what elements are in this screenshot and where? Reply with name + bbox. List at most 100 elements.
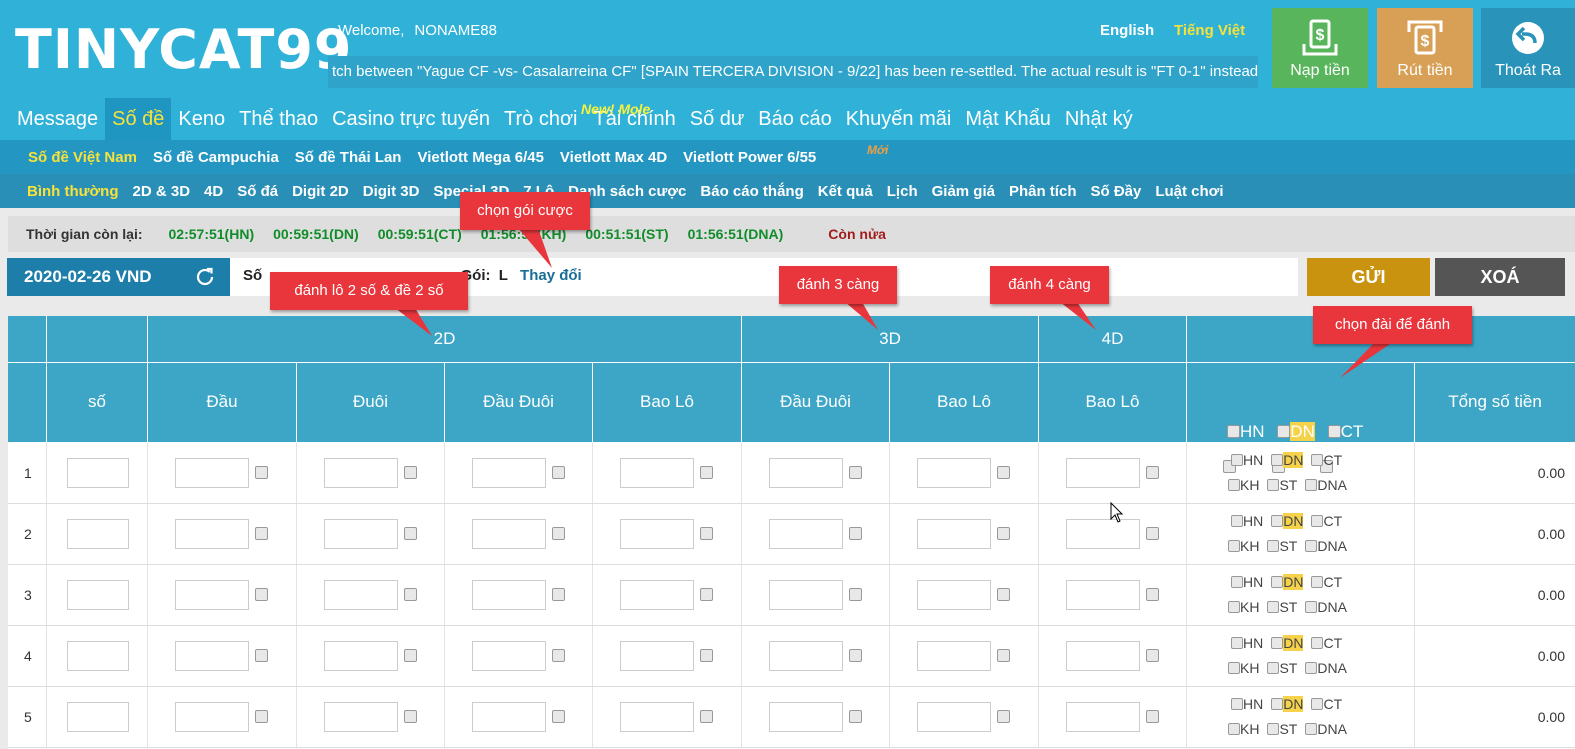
amount-input-2d-duoi[interactable]	[324, 580, 398, 610]
checkbox-4d-bao-lo[interactable]	[1146, 588, 1159, 601]
checkbox-3d-bao-lo[interactable]	[997, 466, 1010, 479]
checkbox-2d-bao-lo[interactable]	[700, 710, 713, 723]
betnav-phan-tich[interactable]: Phân tích	[1002, 183, 1084, 200]
checkbox-st[interactable]	[1267, 540, 1280, 552]
checkbox-ct[interactable]	[1311, 454, 1324, 466]
amount-input-3d-dau-duoi[interactable]	[769, 580, 843, 610]
subnav-vietlott-power[interactable]: Vietlott Power 6/55	[675, 149, 824, 166]
betnav-digit-2d[interactable]: Digit 2D	[285, 183, 356, 200]
amount-input-4d-bao-lo[interactable]	[1066, 641, 1140, 671]
amount-input-2d-bao-lo[interactable]	[620, 580, 694, 610]
amount-input-2d-dau[interactable]	[175, 458, 249, 488]
amount-input-2d-dau[interactable]	[175, 580, 249, 610]
checkbox-st[interactable]	[1267, 479, 1280, 491]
betnav-2d-3d[interactable]: 2D & 3D	[126, 183, 198, 200]
checkbox-3d-dau-duoi[interactable]	[849, 649, 862, 662]
checkbox-dn[interactable]	[1271, 454, 1284, 466]
checkbox-hn[interactable]	[1231, 454, 1243, 466]
checkbox-dna[interactable]	[1305, 540, 1318, 552]
amount-input-2d-dau-duoi[interactable]	[472, 641, 546, 671]
checkbox-3d-bao-lo[interactable]	[997, 710, 1010, 723]
checkbox-2d-duoi[interactable]	[404, 710, 417, 723]
amount-input-2d-duoi[interactable]	[324, 641, 398, 671]
betnav-ket-qua[interactable]: Kết quả	[811, 183, 880, 200]
checkbox-2d-dau[interactable]	[255, 466, 268, 479]
checkbox-hn[interactable]	[1231, 698, 1243, 710]
header-checkbox-dn[interactable]	[1277, 425, 1291, 438]
amount-input-4d-bao-lo[interactable]	[1066, 519, 1140, 549]
checkbox-ct[interactable]	[1311, 576, 1324, 588]
amount-input-3d-dau-duoi[interactable]	[769, 458, 843, 488]
amount-input-2d-duoi[interactable]	[324, 702, 398, 732]
amount-input-3d-dau-duoi[interactable]	[769, 519, 843, 549]
deposit-button[interactable]: $ Nạp tiền	[1272, 8, 1368, 88]
checkbox-3d-dau-duoi[interactable]	[849, 466, 862, 479]
amount-input-2d-duoi[interactable]	[324, 519, 398, 549]
subnav-vietlott-mega[interactable]: Vietlott Mega 6/45	[409, 149, 551, 166]
checkbox-dn[interactable]	[1271, 576, 1284, 588]
amount-input-2d-dau[interactable]	[175, 519, 249, 549]
clear-button[interactable]: XOÁ	[1435, 258, 1565, 296]
nav-khuyen-mai[interactable]: Khuyến mãi	[839, 98, 959, 140]
checkbox-2d-duoi[interactable]	[404, 588, 417, 601]
nav-mat-khau[interactable]: Mật Khẩu	[958, 98, 1058, 140]
nav-bao-cao[interactable]: Báo cáo	[751, 98, 838, 140]
betnav-4d[interactable]: 4D	[197, 183, 230, 200]
amount-input-3d-dau-duoi[interactable]	[769, 702, 843, 732]
checkbox-hn[interactable]	[1231, 637, 1243, 649]
number-input[interactable]	[67, 702, 129, 732]
nav-tro-choi[interactable]: Trò chơi	[497, 98, 585, 140]
checkbox-hn[interactable]	[1231, 515, 1243, 527]
amount-input-2d-dau-duoi[interactable]	[472, 702, 546, 732]
checkbox-2d-dau[interactable]	[255, 527, 268, 540]
amount-input-3d-dau-duoi[interactable]	[769, 641, 843, 671]
number-input[interactable]	[67, 458, 129, 488]
checkbox-kh[interactable]	[1228, 662, 1240, 674]
withdraw-button[interactable]: $ Rút tiền	[1377, 8, 1473, 88]
checkbox-2d-dau-duoi[interactable]	[552, 649, 565, 662]
amount-input-2d-dau[interactable]	[175, 641, 249, 671]
subnav-vietlott-max4d[interactable]: Vietlott Max 4D	[552, 149, 675, 166]
checkbox-dna[interactable]	[1305, 723, 1318, 735]
checkbox-2d-bao-lo[interactable]	[700, 466, 713, 479]
nav-so-de[interactable]: Số đề	[105, 98, 172, 140]
amount-input-2d-duoi[interactable]	[324, 458, 398, 488]
subnav-so-de-campuchia[interactable]: Số đề Campuchia	[145, 149, 287, 166]
checkbox-dn[interactable]	[1271, 698, 1284, 710]
checkbox-2d-duoi[interactable]	[404, 466, 417, 479]
amount-input-4d-bao-lo[interactable]	[1066, 458, 1140, 488]
checkbox-4d-bao-lo[interactable]	[1146, 527, 1159, 540]
checkbox-dna[interactable]	[1305, 479, 1318, 491]
checkbox-2d-bao-lo[interactable]	[700, 588, 713, 601]
number-input[interactable]	[67, 580, 129, 610]
amount-input-3d-bao-lo[interactable]	[917, 702, 991, 732]
subnav-so-de-viet-nam[interactable]: Số đề Việt Nam	[20, 149, 145, 166]
refresh-icon[interactable]	[194, 266, 216, 288]
checkbox-2d-bao-lo[interactable]	[700, 527, 713, 540]
nav-keno[interactable]: Keno	[171, 98, 232, 140]
amount-input-2d-dau[interactable]	[175, 702, 249, 732]
subnav-so-de-thai-lan[interactable]: Số đề Thái Lan	[287, 149, 410, 166]
checkbox-ct[interactable]	[1311, 515, 1324, 527]
countdown-more-link[interactable]: Còn nửa	[828, 226, 886, 242]
betnav-so-day[interactable]: Số Đầy	[1083, 183, 1148, 200]
checkbox-3d-bao-lo[interactable]	[997, 527, 1010, 540]
site-logo[interactable]: TINYCAT99	[15, 18, 353, 81]
amount-input-3d-bao-lo[interactable]	[917, 580, 991, 610]
amount-input-2d-bao-lo[interactable]	[620, 458, 694, 488]
checkbox-2d-dau[interactable]	[255, 710, 268, 723]
betnav-digit-3d[interactable]: Digit 3D	[356, 183, 427, 200]
checkbox-2d-duoi[interactable]	[404, 527, 417, 540]
number-input[interactable]	[67, 641, 129, 671]
logout-button[interactable]: Thoát Ra	[1481, 8, 1575, 88]
checkbox-4d-bao-lo[interactable]	[1146, 466, 1159, 479]
betnav-so-da[interactable]: Số đá	[230, 183, 285, 200]
checkbox-3d-bao-lo[interactable]	[997, 649, 1010, 662]
amount-input-3d-bao-lo[interactable]	[917, 458, 991, 488]
amount-input-2d-bao-lo[interactable]	[620, 641, 694, 671]
checkbox-st[interactable]	[1267, 662, 1280, 674]
checkbox-2d-duoi[interactable]	[404, 649, 417, 662]
checkbox-kh[interactable]	[1228, 601, 1240, 613]
header-checkbox-hn[interactable]	[1227, 425, 1240, 438]
checkbox-4d-bao-lo[interactable]	[1146, 649, 1159, 662]
